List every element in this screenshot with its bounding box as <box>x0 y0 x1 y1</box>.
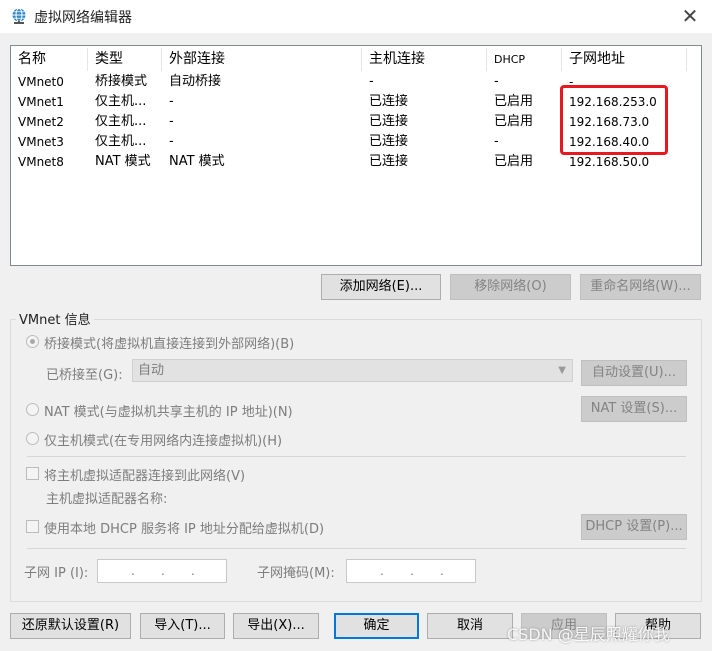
bridged-to-select[interactable]: 自动 ▼ <box>132 359 573 382</box>
column-header-dhcp[interactable]: DHCP <box>487 48 562 71</box>
auto-settings-button[interactable]: 自动设置(U)... <box>581 360 687 386</box>
table-row[interactable]: VMnet3 仅主机... - 已连接 - 192.168.40.0 <box>11 132 701 152</box>
cell-subnet: 192.168.40.0 <box>569 135 650 149</box>
subnet-mask-label: 子网掩码(M): <box>257 566 335 581</box>
adapter-name-label: 主机虚拟适配器名称: <box>46 492 168 507</box>
nat-mode-label: NAT 模式(与虚拟机共享主机的 IP 地址)(N) <box>44 405 293 420</box>
connect-adapter-checkbox[interactable] <box>26 467 39 480</box>
cell-external: - <box>169 114 174 129</box>
cell-type: NAT 模式 <box>95 154 151 169</box>
cell-dhcp: 已启用 <box>494 94 534 109</box>
cell-name: VMnet0 <box>18 75 64 89</box>
cancel-button[interactable]: 取消 <box>427 613 513 639</box>
cell-subnet: 192.168.73.0 <box>569 115 650 129</box>
chevron-down-icon: ▼ <box>558 365 566 376</box>
rename-network-button[interactable]: 重命名网络(W)... <box>580 274 701 300</box>
cell-type: 桥接模式 <box>95 74 148 89</box>
subnet-ip-field[interactable]: . . . <box>97 559 227 583</box>
cell-subnet: 192.168.50.0 <box>569 155 650 169</box>
separator <box>27 548 686 549</box>
cell-type: 仅主机... <box>95 114 147 129</box>
cell-type: 仅主机... <box>95 94 147 109</box>
add-network-button[interactable]: 添加网络(E)... <box>321 274 441 300</box>
cell-host: - <box>369 74 374 89</box>
list-header: 名称 类型 外部连接 主机连接 DHCP 子网地址 <box>11 46 701 73</box>
cell-external: 自动桥接 <box>169 74 222 89</box>
restore-defaults-button[interactable]: 还原默认设置(R) <box>10 613 131 639</box>
host-only-radio[interactable] <box>26 432 39 445</box>
export-button[interactable]: 导出(X)... <box>233 613 319 639</box>
cell-name: VMnet1 <box>18 95 64 109</box>
csdn-watermark: CSDN @星辰照耀你我 <box>507 625 670 644</box>
cell-dhcp: 已启用 <box>494 154 534 169</box>
connect-adapter-label: 将主机虚拟适配器连接到此网络(V) <box>44 469 246 484</box>
cell-subnet: 192.168.253.0 <box>569 95 657 109</box>
separator <box>27 456 686 457</box>
cell-external: - <box>169 94 174 109</box>
title-bar: 虚拟网络编辑器 ✕ <box>0 0 712 33</box>
cell-type: 仅主机... <box>95 134 147 149</box>
cell-external: - <box>169 134 174 149</box>
column-header-type[interactable]: 类型 <box>88 48 162 71</box>
dhcp-settings-button[interactable]: DHCP 设置(P)... <box>581 514 687 540</box>
cell-dhcp: 已启用 <box>494 114 534 129</box>
cell-external: NAT 模式 <box>169 154 225 169</box>
column-header-subnet[interactable]: 子网地址 <box>562 48 687 71</box>
nat-settings-button[interactable]: NAT 设置(S)... <box>581 396 687 422</box>
network-globe-icon <box>12 8 26 24</box>
cell-name: VMnet8 <box>18 155 64 169</box>
bridged-to-value: 自动 <box>138 363 165 378</box>
table-row[interactable]: VMnet2 仅主机... - 已连接 已启用 192.168.73.0 <box>11 112 701 132</box>
ok-button[interactable]: 确定 <box>334 613 419 639</box>
cell-subnet: - <box>569 75 574 89</box>
table-row[interactable]: VMnet1 仅主机... - 已连接 已启用 192.168.253.0 <box>11 92 701 112</box>
network-list[interactable]: 名称 类型 外部连接 主机连接 DHCP 子网地址 VMnet0 桥接模式 自动… <box>10 45 702 266</box>
nat-mode-radio[interactable] <box>26 403 39 416</box>
import-button[interactable]: 导入(T)... <box>140 613 225 639</box>
dhcp-label: 使用本地 DHCP 服务将 IP 地址分配给虚拟机(D) <box>44 522 325 537</box>
vmnet-info-legend: VMnet 信息 <box>16 309 94 328</box>
bridge-mode-radio[interactable] <box>26 335 39 348</box>
close-button[interactable]: ✕ <box>674 2 706 30</box>
cell-dhcp: - <box>494 74 499 89</box>
cell-host: 已连接 <box>369 154 409 169</box>
dhcp-checkbox[interactable] <box>26 520 39 533</box>
cell-dhcp: - <box>494 134 499 149</box>
table-row[interactable]: VMnet8 NAT 模式 NAT 模式 已连接 已启用 192.168.50.… <box>11 152 701 172</box>
host-only-label: 仅主机模式(在专用网络内连接虚拟机)(H) <box>44 434 283 449</box>
column-header-name[interactable]: 名称 <box>11 48 88 71</box>
bridged-to-label: 已桥接至(G): <box>46 368 123 383</box>
table-row[interactable]: VMnet0 桥接模式 自动桥接 - - - <box>11 72 701 92</box>
cell-host: 已连接 <box>369 94 409 109</box>
subnet-mask-field[interactable]: . . . <box>346 559 476 583</box>
cell-name: VMnet3 <box>18 135 64 149</box>
subnet-ip-label: 子网 IP (I): <box>24 566 89 581</box>
column-header-host[interactable]: 主机连接 <box>362 48 487 71</box>
column-header-external[interactable]: 外部连接 <box>162 48 362 71</box>
bridge-mode-label: 桥接模式(将虚拟机直接连接到外部网络)(B) <box>44 337 295 352</box>
cell-name: VMnet2 <box>18 115 64 129</box>
cell-host: 已连接 <box>369 114 409 129</box>
cell-host: 已连接 <box>369 134 409 149</box>
window-title: 虚拟网络编辑器 <box>34 10 132 26</box>
remove-network-button[interactable]: 移除网络(O) <box>450 274 571 300</box>
